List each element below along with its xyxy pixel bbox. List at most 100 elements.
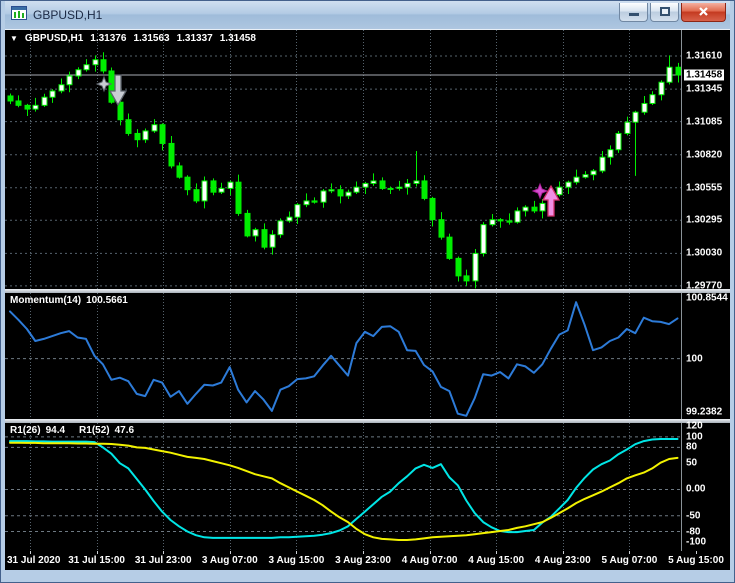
- momentum-panel: Momentum(14) 100.5661 100.8544 100 99.2382: [5, 293, 730, 419]
- momentum-axis[interactable]: 100.8544 100 99.2382: [681, 293, 730, 419]
- momentum-plot[interactable]: Momentum(14) 100.5661: [5, 293, 681, 419]
- momentum-name: Momentum(14): [10, 295, 82, 306]
- bear-candle: [100, 59, 107, 72]
- bear-candle: [421, 180, 428, 199]
- time-tick: [229, 551, 231, 554]
- bull-candle: [32, 104, 39, 110]
- bull-candle: [615, 132, 622, 151]
- bull-candle: [83, 64, 90, 71]
- bear-candle: [311, 200, 318, 203]
- bull-candle: [624, 121, 631, 134]
- indicator-axis-label: 50: [686, 457, 698, 469]
- indicator-axis-label: 100: [686, 353, 703, 365]
- indicator-axis-label: 100: [686, 431, 703, 443]
- bull-candle: [41, 96, 48, 106]
- momentum-chart[interactable]: [5, 293, 681, 419]
- bear-candle: [15, 100, 22, 106]
- time-tick: [629, 551, 631, 554]
- price-axis-label: 1.31345: [686, 83, 723, 95]
- time-axis-label: 3 Aug 07:00: [201, 555, 258, 566]
- time-axis-label: 4 Aug 15:00: [468, 555, 525, 566]
- bear-candle: [159, 124, 166, 144]
- bull-candle: [353, 186, 360, 193]
- time-axis-label: 5 Aug 15:00: [668, 555, 724, 566]
- time-axis-label: 3 Aug 23:00: [335, 555, 391, 566]
- ohlc-high: 1.31563: [133, 33, 170, 44]
- bull-candle: [413, 180, 420, 184]
- time-axis[interactable]: 31 Jul 2020 31 Jul 15:00 31 Jul 23:00 3 Aug…: [5, 551, 730, 570]
- bear-candle: [438, 219, 445, 238]
- bear-candle: [125, 119, 132, 134]
- minimize-icon: [628, 13, 639, 16]
- time-tick: [163, 551, 165, 554]
- bull-candle: [252, 229, 259, 237]
- time-axis-label: 5 Aug 07:00: [601, 555, 658, 566]
- price-axis-label: 1.30295: [686, 214, 723, 226]
- close-button[interactable]: [681, 2, 726, 22]
- bull-candle: [666, 66, 673, 83]
- bear-candle: [429, 197, 436, 221]
- current-price-tag: 1.31458: [684, 69, 725, 81]
- bull-candle: [539, 202, 546, 212]
- r1-52-name: R1(52): [79, 425, 110, 436]
- window-title: GBPUSD,H1: [33, 8, 103, 22]
- r1-52-value: 47.6: [114, 425, 135, 436]
- bull-candle: [573, 176, 580, 183]
- ohlc-low: 1.31337: [176, 33, 213, 44]
- momentum-label: Momentum(14) 100.5661: [10, 295, 128, 306]
- price-axis-label: 1.30555: [686, 182, 723, 194]
- bear-candle: [168, 142, 175, 167]
- indicator-axis-label: 99.2382: [686, 406, 723, 418]
- time-axis-label: 4 Aug 23:00: [534, 555, 591, 566]
- time-axis-label: 31 Jul 15:00: [68, 555, 125, 566]
- candlestick-chart[interactable]: [5, 30, 681, 289]
- indicator-axis-label: 0.00: [686, 483, 706, 495]
- symbol-dropdown-icon[interactable]: ▼: [10, 34, 18, 43]
- bull-candle: [218, 187, 225, 193]
- bear-candle: [463, 275, 470, 282]
- bear-candle: [379, 180, 386, 189]
- bull-candle: [362, 182, 369, 188]
- oscillator-plot[interactable]: R1(26) 94.4 R1(52) 47.6: [5, 423, 681, 551]
- bull-candle: [277, 220, 284, 236]
- bear-candle: [455, 257, 462, 277]
- time-tick: [696, 551, 697, 554]
- price-axis-label: 1.31610: [686, 50, 723, 62]
- R1(26)-line: [9, 438, 679, 539]
- price-axis-label: 1.30030: [686, 247, 723, 259]
- main-chart-plot[interactable]: ▼ GBPUSD,H1 1.31376 1.31563 1.31337 1.31…: [5, 30, 681, 289]
- bear-candle: [531, 206, 538, 212]
- ohlc-close: 1.31458: [219, 33, 256, 44]
- time-axis-label: 4 Aug 07:00: [401, 555, 458, 566]
- oscillator-label: R1(26) 94.4 R1(52) 47.6: [10, 425, 134, 436]
- R1(52)-line: [9, 441, 679, 541]
- bull-candle: [142, 130, 149, 141]
- chart-content: ▼ GBPUSD,H1 1.31376 1.31563 1.31337 1.31…: [5, 29, 730, 570]
- bull-candle: [480, 224, 487, 254]
- bear-candle: [210, 180, 217, 193]
- bear-candle: [176, 165, 183, 178]
- bull-candle: [227, 181, 234, 189]
- oscillator-chart[interactable]: [5, 423, 681, 551]
- r1-26-name: R1(26): [10, 425, 41, 436]
- window-titlebar[interactable]: GBPUSD,H1: [5, 1, 730, 29]
- bull-candle: [303, 200, 310, 206]
- bull-candle: [49, 90, 56, 98]
- bull-candle: [649, 94, 656, 104]
- time-tick: [363, 551, 364, 554]
- bull-candle: [320, 190, 327, 203]
- oscillator-panel: R1(26) 94.4 R1(52) 47.6 120 100 80 50 0.00 -5…: [5, 420, 730, 551]
- oscillator-axis[interactable]: 120 100 80 50 0.00 -50 -80 -100: [681, 420, 730, 551]
- minimize-button[interactable]: [619, 2, 648, 22]
- indicator-axis-label: 120: [686, 420, 703, 432]
- bull-candle: [632, 111, 639, 123]
- restore-button[interactable]: [650, 2, 679, 22]
- price-axis[interactable]: 1.31610 1.31345 1.31085 1.30820 1.30555 1.302…: [681, 30, 730, 291]
- bull-candle: [514, 210, 521, 223]
- time-tick: [30, 551, 31, 554]
- price-panel: ▼ GBPUSD,H1 1.31376 1.31563 1.31337 1.31…: [5, 30, 730, 291]
- price-axis-label: 1.30820: [686, 149, 723, 161]
- time-tick: [562, 551, 564, 554]
- chart-ohlc-header: ▼ GBPUSD,H1 1.31376 1.31563 1.31337 1.31…: [10, 33, 256, 44]
- time-tick: [429, 551, 431, 554]
